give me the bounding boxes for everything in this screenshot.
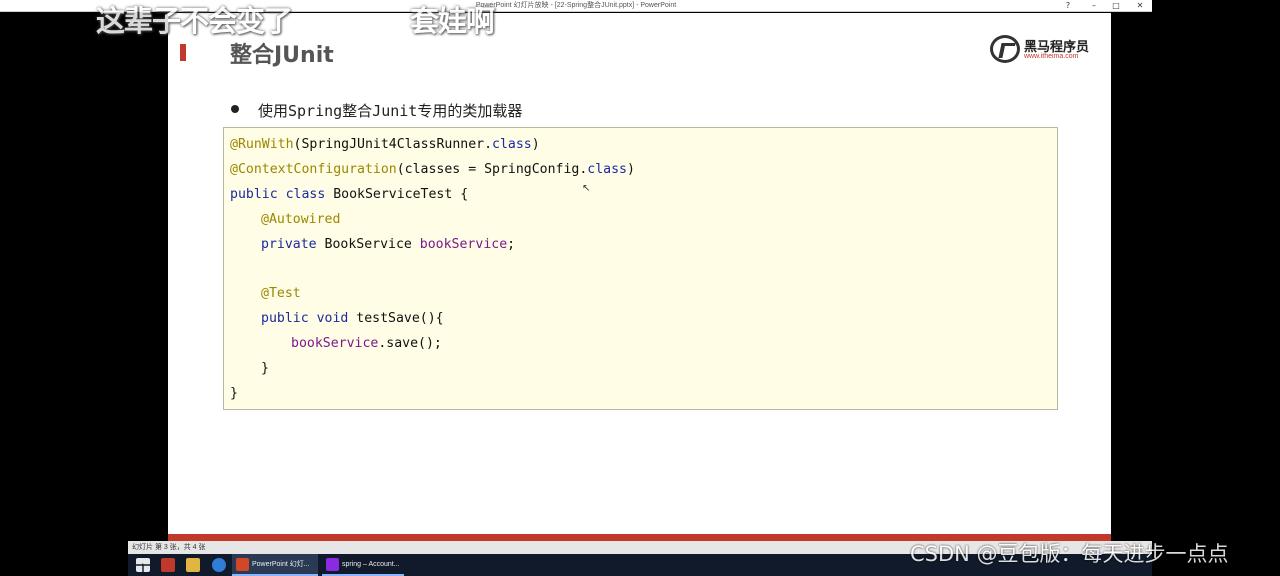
code-keyword: class: [492, 137, 532, 152]
code-field: bookService: [291, 336, 379, 351]
slide-counter: 幻灯片 第 3 张，共 4 张: [132, 544, 206, 551]
code-text: .save();: [378, 336, 442, 351]
code-line: @Autowired: [261, 211, 340, 229]
chrome-icon[interactable]: [212, 558, 226, 572]
slide: 整合JUnit 黑马程序员 www.itheima.com 使用Spring整合…: [168, 13, 1111, 541]
danmaku-comment: 套娃啊: [410, 4, 495, 38]
taskbar-item-label: spring – Account...: [342, 561, 400, 568]
close-button[interactable]: ✕: [1128, 0, 1152, 12]
code-annotation: @RunWith: [230, 137, 294, 152]
code-line: }: [261, 361, 269, 376]
code-line: @Test: [261, 285, 301, 303]
horse-logo-icon: [990, 35, 1020, 63]
code-annotation: @Autowired: [261, 212, 341, 227]
code-text: ;: [507, 237, 516, 252]
logo-url: www.itheima.com: [1024, 53, 1079, 60]
taskbar-item-label: PowerPoint 幻灯...: [252, 561, 310, 568]
code-text: ): [531, 137, 540, 152]
powerpoint-icon: [236, 558, 249, 571]
code-text: BookServiceTest {: [325, 187, 469, 202]
code-line: public class BookServiceTest {: [230, 186, 468, 204]
app-icon[interactable]: [161, 558, 175, 572]
maximize-button[interactable]: □: [1104, 0, 1128, 12]
help-button[interactable]: ?: [1056, 0, 1080, 12]
code-text: ): [627, 162, 635, 177]
taskbar-item-intellij[interactable]: spring – Account...: [322, 554, 404, 576]
bullet-text: 使用Spring整合Junit专用的类加载器: [258, 102, 523, 120]
code-annotation: @ContextConfiguration: [230, 162, 397, 177]
file-explorer-icon[interactable]: [186, 558, 200, 572]
code-annotation: @Test: [261, 286, 301, 301]
code-text: testSave(){: [348, 311, 444, 326]
code-field: bookService: [419, 237, 508, 252]
code-text: BookService: [316, 237, 420, 252]
intellij-icon: [326, 558, 339, 571]
windows-start-icon[interactable]: [136, 558, 150, 572]
code-keyword: public class: [230, 187, 326, 202]
bullet-icon: [231, 105, 239, 113]
code-line: private BookService bookService;: [261, 236, 515, 254]
minimize-button[interactable]: –: [1082, 0, 1106, 12]
code-keyword: class: [587, 162, 627, 177]
code-block: @RunWith(SpringJUnit4ClassRunner.class) …: [223, 127, 1058, 410]
slide-title: 整合JUnit: [230, 43, 334, 68]
taskbar-item-powerpoint[interactable]: PowerPoint 幻灯...: [232, 554, 318, 576]
code-keyword: public void: [261, 311, 349, 326]
code-line: @RunWith(SpringJUnit4ClassRunner.class): [230, 136, 540, 154]
code-line: }: [230, 386, 238, 401]
itheima-logo: 黑马程序员 www.itheima.com: [990, 35, 1090, 65]
code-line: @ContextConfiguration(classes = SpringCo…: [230, 161, 635, 179]
code-text: (classes = SpringConfig.: [396, 162, 588, 177]
danmaku-comment: 这辈子不会变了: [96, 4, 293, 38]
code-text: (SpringJUnit4ClassRunner.: [293, 137, 493, 152]
title-accent-bar: [180, 44, 186, 61]
code-line: bookService.save();: [291, 335, 442, 353]
code-line: public void testSave(){: [261, 310, 444, 328]
csdn-watermark: CSDN @豆包版：每天进步一点点: [910, 542, 1229, 566]
mouse-cursor-icon: ↖: [582, 183, 591, 194]
code-keyword: private: [261, 237, 317, 252]
